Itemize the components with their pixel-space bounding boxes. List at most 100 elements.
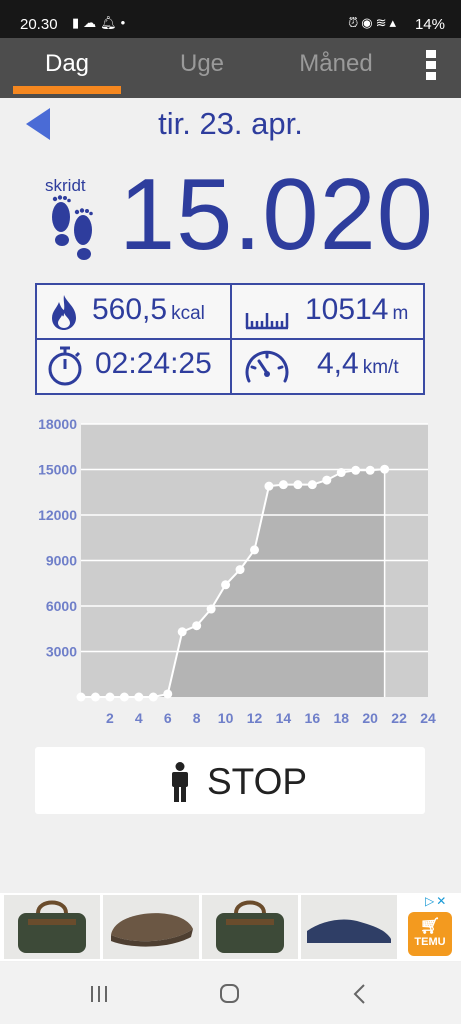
x-tick-label: 18 [333,710,349,726]
ad-product-bag[interactable] [4,895,100,959]
y-tick-label: 15000 [38,462,77,478]
data-point [206,604,216,614]
speed-unit: km/t [362,357,399,378]
dot-icon: • [120,15,130,30]
bag-icon [18,900,86,953]
home-icon[interactable] [218,982,242,1006]
data-point [119,692,129,702]
alarm-icon: ⏰︎ [348,15,362,30]
data-point [148,692,158,702]
footprints-icon [52,195,93,260]
data-point [322,475,332,485]
data-point [351,465,361,475]
x-tick-label: 16 [305,710,321,726]
overflow-menu-icon[interactable] [424,50,438,86]
flame-icon [52,295,76,330]
wifi-icon: ≋ [375,15,390,30]
cloud-icon: ☁ [83,15,101,30]
system-navigation-bar [0,962,461,1024]
temu-logo[interactable]: 🛒︎ TEMU [408,912,452,956]
data-point [134,692,144,702]
data-point [365,465,375,475]
y-tick-label: 12000 [38,507,77,523]
calories-unit: kcal [171,303,205,324]
data-point [221,580,231,590]
ad-choices-icon[interactable]: ▷✕ [425,894,448,908]
data-point [235,565,245,575]
x-tick-label: 14 [276,710,292,726]
steps-chart: 3000600090001200015000180002 4 6 8 10 12 14 16 1… [38,416,436,726]
back-icon[interactable] [350,982,370,1006]
data-point [250,545,259,555]
date-label: tir. 23. apr. [158,106,303,141]
notification-icons: ▮☁🔔︎• [72,15,129,31]
recent-apps-icon[interactable] [88,984,112,1004]
data-point [177,627,187,637]
tab-month[interactable]: Måned [282,50,390,78]
y-tick-label: 18000 [38,416,77,432]
ad-product-bag-2[interactable] [202,895,298,959]
data-point [278,480,288,490]
data-point [307,480,317,490]
speedometer-icon [245,350,289,383]
bag-icon [216,900,284,953]
stop-button[interactable]: STOP [35,747,425,814]
x-tick-label: 8 [193,710,201,726]
x-tick-label: 12 [247,710,263,726]
calories-stat: 560,5 kcal [92,293,205,327]
signal-icon: ▴ [389,15,399,30]
storage-icon: ▮ [72,15,84,30]
system-icons: ⏰︎◉≋▴ [348,15,399,31]
bell-icon: 🔔︎ [100,15,121,30]
ruler-icon [245,313,289,330]
stopwatch-icon [48,346,82,386]
speed-value: 4,4 [317,347,359,380]
stats-grid: 560,5 kcal 10514 m 02:24:25 4,4 km/t [35,283,425,395]
distance-stat: 10514 m [305,293,408,327]
cart-icon: 🛒︎ [419,918,441,935]
clock: 20.30 [20,16,58,33]
data-point [293,480,303,490]
data-point [336,468,346,478]
calories-value: 560,5 [92,293,168,326]
x-tick-label: 10 [218,710,234,726]
data-point [105,692,115,702]
x-tick-label: 4 [135,710,143,726]
tab-day[interactable]: Dag [13,50,121,78]
y-tick-label: 3000 [46,644,77,660]
steps-label: skridt [45,176,86,195]
x-tick-label: 6 [164,710,172,726]
cap-icon [111,913,193,947]
stop-button-label: STOP [207,761,308,802]
period-tabs: Dag Uge Måned [0,38,461,98]
data-point [76,692,86,702]
speed-stat: 4,4 km/t [317,347,399,381]
tab-week[interactable]: Uge [148,50,256,78]
ad-banner[interactable] [0,893,461,961]
distance-value: 10514 [305,293,389,326]
x-tick-label: 24 [420,710,436,726]
temu-label: TEMU [414,936,446,948]
ad-product-shoe[interactable] [301,895,397,959]
shoe-icon [307,919,391,949]
steps-value: 15.020 [119,159,434,271]
active-tab-indicator [13,86,121,94]
y-tick-label: 9000 [46,553,77,569]
x-tick-label: 2 [106,710,114,726]
x-tick-label: 22 [391,710,407,726]
data-point [90,692,100,702]
battery-level: 14% [414,16,445,33]
data-point [264,481,274,491]
ad-product-cap[interactable] [103,895,199,959]
y-tick-label: 6000 [46,598,77,614]
person-icon [172,762,188,802]
data-point [380,464,390,474]
data-point [192,621,202,631]
x-tick-label: 20 [362,710,378,726]
duration-value: 02:24:25 [95,347,212,380]
status-bar: 20.30 ▮☁🔔︎• ⏰︎◉≋▴ 14% [0,0,461,38]
data-point [163,689,173,699]
alarm-clock-icon: ◉ [361,15,376,30]
stats-divider [37,338,423,340]
duration-stat: 02:24:25 [95,347,212,381]
